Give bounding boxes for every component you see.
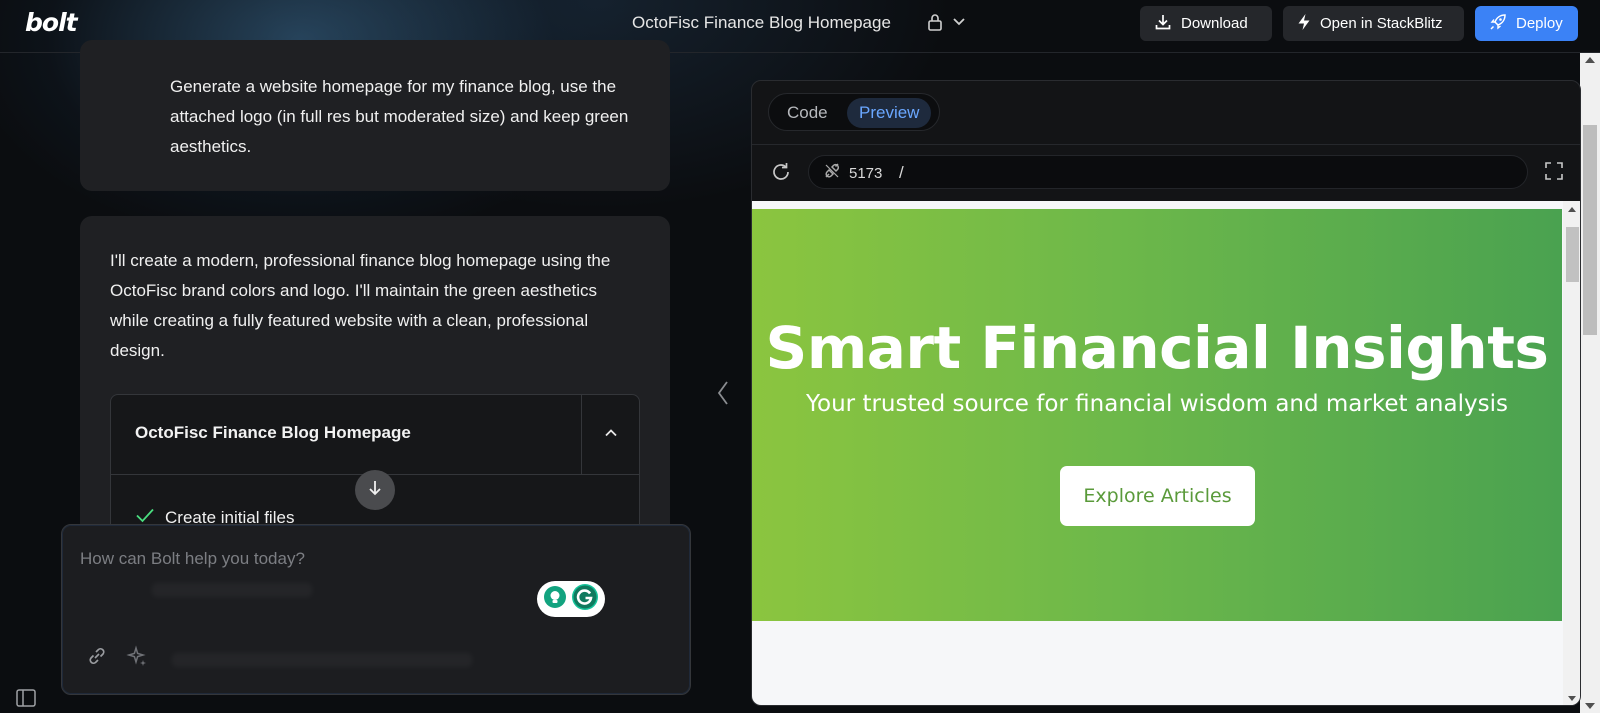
stackblitz-label: Open in StackBlitz — [1320, 15, 1443, 32]
arrow-down-icon — [367, 479, 383, 502]
plug-icon — [823, 162, 841, 184]
grammarly-widget[interactable] — [537, 581, 605, 617]
hero-subtitle: Your trusted source for financial wisdom… — [806, 391, 1508, 417]
tab-code[interactable]: Code — [775, 98, 840, 128]
download-button[interactable]: Download — [1140, 6, 1272, 41]
download-label: Download — [1181, 15, 1248, 32]
scroll-down-arrow[interactable] — [1585, 703, 1595, 709]
explore-articles-button[interactable]: Explore Articles — [1060, 466, 1255, 526]
address-bar[interactable]: 5173 / — [808, 155, 1528, 189]
tab-preview[interactable]: Preview — [847, 98, 932, 128]
user-message: Generate a website homepage for my finan… — [80, 40, 670, 191]
prompt-box — [61, 524, 691, 695]
hero-title: Smart Financial Insights — [765, 314, 1549, 382]
bolt-logo[interactable]: bolt — [25, 8, 78, 37]
scrollbar-thumb[interactable] — [1583, 125, 1597, 335]
divider — [752, 144, 1580, 145]
preview-frame[interactable]: Smart Financial Insights Your trusted so… — [752, 201, 1580, 705]
page-scrollbar[interactable] — [1580, 53, 1600, 713]
user-message-text: Generate a website homepage for my finan… — [170, 77, 629, 156]
link-icon[interactable] — [86, 645, 108, 672]
scroll-down-arrow[interactable] — [1568, 696, 1576, 701]
grammarly-icon[interactable] — [571, 583, 599, 616]
artifact-collapse-button[interactable] — [581, 395, 639, 475]
assistant-message-text: I'll create a modern, professional finan… — [110, 251, 611, 360]
chevron-left-icon[interactable] — [716, 380, 730, 411]
hero-section: Smart Financial Insights Your trusted so… — [752, 209, 1562, 621]
bulb-icon[interactable] — [543, 585, 567, 614]
preview-scrollbar[interactable] — [1563, 201, 1580, 705]
lock-icon[interactable] — [927, 13, 943, 36]
blurred-text — [152, 583, 312, 597]
port-number: 5173 — [849, 164, 883, 182]
reload-icon[interactable] — [770, 161, 792, 188]
fullscreen-icon[interactable] — [1544, 161, 1564, 186]
port-selector[interactable]: 5173 — [815, 161, 890, 185]
rocket-icon — [1489, 13, 1507, 35]
lightning-icon — [1297, 13, 1311, 35]
scroll-up-arrow[interactable] — [1585, 57, 1595, 63]
project-title[interactable]: OctoFisc Finance Blog Homepage — [632, 13, 891, 33]
artifact-header[interactable]: OctoFisc Finance Blog Homepage — [111, 395, 639, 475]
scrollbar-thumb[interactable] — [1566, 227, 1579, 282]
chevron-down-icon[interactable] — [952, 14, 966, 33]
scroll-to-bottom-button[interactable] — [355, 470, 395, 510]
open-in-stackblitz-button[interactable]: Open in StackBlitz — [1283, 6, 1464, 41]
workbench-panel: Code Preview 5173 / Smart Financial Insi… — [751, 80, 1581, 706]
sidebar-toggle-icon[interactable] — [16, 689, 36, 712]
sparkle-icon[interactable] — [126, 645, 148, 672]
prompt-input[interactable] — [80, 539, 670, 579]
artifact-title: OctoFisc Finance Blog Homepage — [135, 423, 411, 442]
url-path[interactable]: / — [899, 163, 904, 183]
download-icon — [1154, 13, 1172, 35]
deploy-button[interactable]: Deploy — [1475, 6, 1578, 41]
blurred-text — [172, 653, 472, 667]
scroll-up-arrow[interactable] — [1568, 207, 1576, 212]
view-tabs: Code Preview — [768, 93, 940, 131]
deploy-label: Deploy — [1516, 15, 1563, 32]
chevron-up-icon — [603, 425, 619, 446]
